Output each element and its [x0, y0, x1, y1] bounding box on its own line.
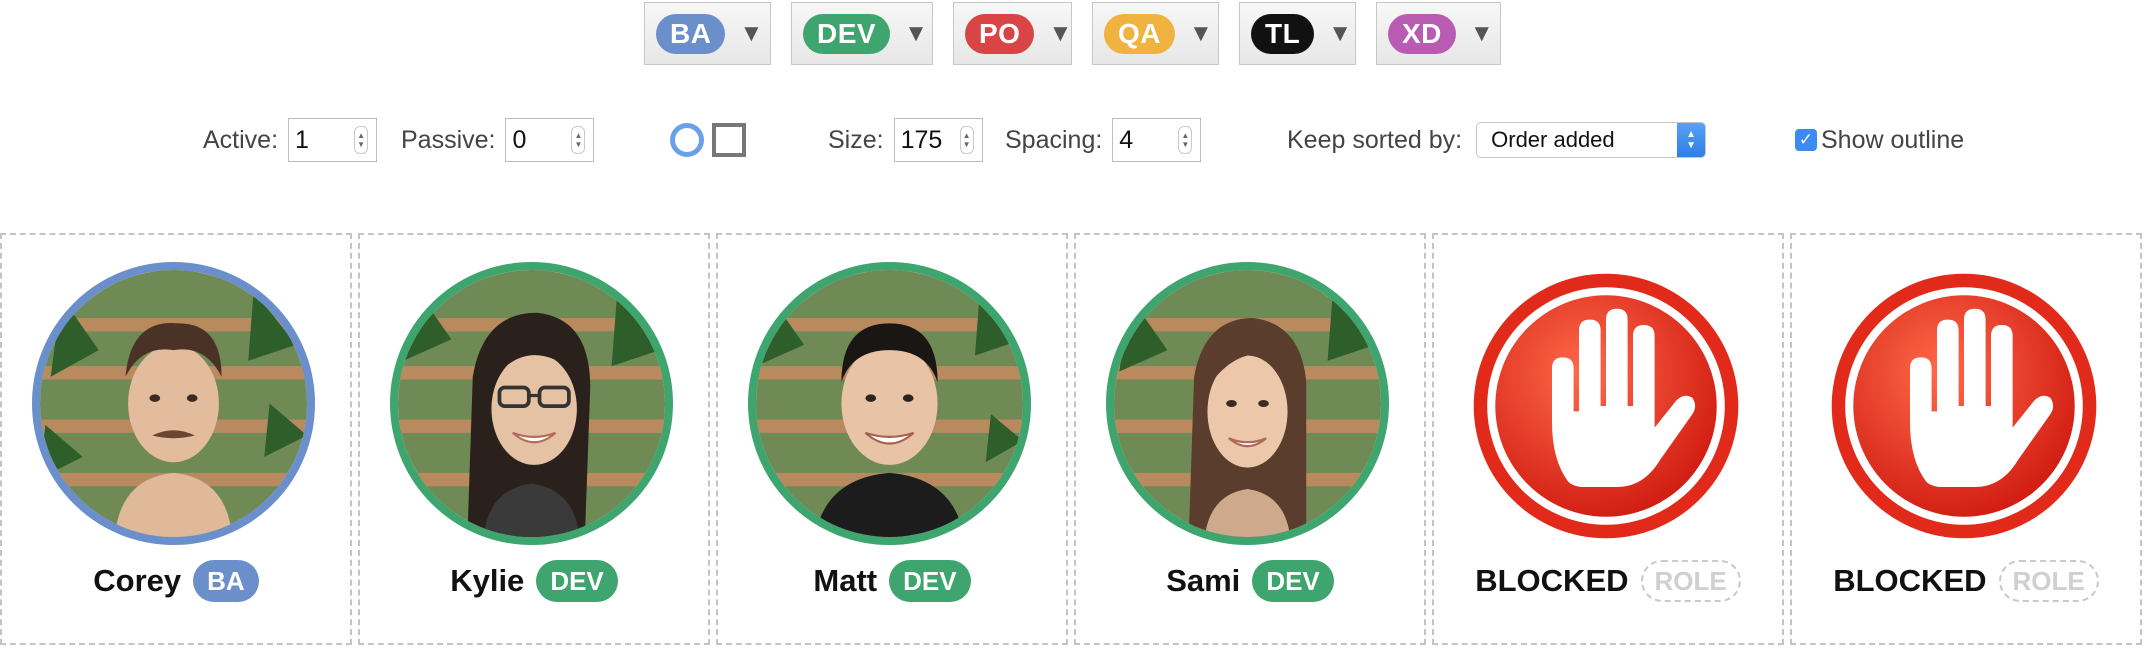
member-name: Kylie — [450, 563, 525, 598]
stepper-icon[interactable]: ▲ ▼ — [1178, 126, 1193, 154]
role-pill: PO — [965, 13, 1035, 54]
nameplate: BLOCKED ROLE — [1434, 560, 1782, 602]
person-photo-icon — [756, 270, 1023, 537]
stop-hand-icon — [1473, 273, 1739, 539]
role-selector-bar: BA ▼ DEV ▼ PO ▼ QA ▼ TL ▼ XD ▼ — [0, 2, 2145, 65]
active-control: Active: 1 ▲ ▼ — [203, 117, 378, 163]
role-button-dev[interactable]: DEV ▼ — [791, 2, 933, 65]
dropdown-caret-icon: ▼ — [1328, 19, 1352, 47]
spacing-control: Spacing: 4 ▲ ▼ — [1005, 117, 1202, 163]
blocked-card[interactable]: BLOCKED ROLE — [1790, 233, 2142, 645]
role-placeholder-badge[interactable]: ROLE — [1998, 560, 2099, 602]
passive-count-input[interactable]: 0 ▲ ▼ — [505, 118, 595, 162]
stepper-icon[interactable]: ▲ ▼ — [571, 126, 586, 154]
spacing-value: 4 — [1119, 125, 1134, 154]
size-control: Size: 175 ▲ ▼ — [828, 117, 983, 163]
avatar — [32, 262, 315, 545]
size-value: 175 — [900, 125, 943, 154]
controls-bar: Active: 1 ▲ ▼ Passive: 0 ▲ ▼ Size: 175 ▲ ▼ … — [0, 117, 2145, 163]
team-card[interactable]: Corey BA — [0, 233, 352, 645]
shape-toggle — [670, 117, 746, 163]
person-photo-icon — [398, 270, 665, 537]
person-photo-icon — [1114, 270, 1381, 537]
role-button-po[interactable]: PO ▼ — [953, 2, 1072, 65]
active-count-value: 1 — [295, 125, 309, 154]
member-name: Corey — [93, 563, 182, 598]
size-label: Size: — [828, 125, 884, 154]
avatar — [748, 262, 1031, 545]
nameplate: Corey BA — [2, 560, 350, 602]
team-card[interactable]: Kylie DEV — [358, 233, 710, 645]
circle-shape-option[interactable] — [670, 123, 704, 157]
stepper-icon[interactable]: ▲ ▼ — [354, 126, 369, 154]
passive-count-value: 0 — [512, 125, 527, 154]
team-cards: Corey BA Kylie DEV Matt DEV Sami DEV BLO… — [0, 233, 2145, 645]
show-outline-label[interactable]: Show outline — [1821, 126, 1964, 155]
sort-control: Keep sorted by: Order added ▲ ▼ — [1287, 117, 1707, 163]
dropdown-caret-icon: ▼ — [1189, 19, 1213, 47]
outline-control: ✓ Show outline — [1795, 117, 1964, 163]
nameplate: Matt DEV — [718, 560, 1066, 602]
dropdown-caret-icon: ▼ — [739, 19, 764, 47]
team-card[interactable]: Sami DEV — [1074, 233, 1426, 645]
role-pill: TL — [1251, 13, 1315, 54]
dropdown-caret-icon: ▼ — [904, 19, 928, 47]
role-pill: DEV — [803, 13, 891, 54]
active-label: Active: — [203, 125, 279, 154]
role-button-qa[interactable]: QA ▼ — [1092, 2, 1219, 65]
role-pill: QA — [1104, 13, 1175, 54]
select-arrows-icon: ▲ ▼ — [1677, 123, 1706, 157]
member-name: Matt — [813, 563, 878, 598]
role-badge[interactable]: DEV — [1252, 560, 1334, 602]
show-outline-checkbox[interactable]: ✓ — [1795, 129, 1817, 151]
role-badge[interactable]: DEV — [889, 560, 971, 602]
passive-control: Passive: 0 ▲ ▼ — [401, 117, 595, 163]
blocked-label: BLOCKED — [1833, 563, 1987, 598]
role-badge[interactable]: DEV — [536, 560, 618, 602]
stepper-icon[interactable]: ▲ ▼ — [959, 126, 974, 154]
member-name: Sami — [1166, 563, 1241, 598]
role-pill: XD — [1388, 13, 1456, 54]
dropdown-caret-icon: ▼ — [1048, 19, 1073, 47]
square-shape-option[interactable] — [712, 123, 746, 157]
role-button-ba[interactable]: BA ▼ — [644, 2, 771, 65]
size-input[interactable]: 175 ▲ ▼ — [893, 118, 983, 162]
person-photo-icon — [40, 270, 307, 537]
nameplate: Sami DEV — [1076, 560, 1424, 602]
team-card[interactable]: Matt DEV — [716, 233, 1068, 645]
sort-select-value: Order added — [1491, 127, 1615, 152]
spacing-label: Spacing: — [1005, 125, 1103, 154]
avatar — [390, 262, 673, 545]
sort-label: Keep sorted by: — [1287, 125, 1463, 154]
role-pill: BA — [656, 13, 726, 54]
avatar — [1106, 262, 1389, 545]
active-count-input[interactable]: 1 ▲ ▼ — [288, 118, 378, 162]
role-placeholder-badge[interactable]: ROLE — [1640, 560, 1741, 602]
sort-select[interactable]: Order added ▲ ▼ — [1476, 122, 1707, 158]
nameplate: Kylie DEV — [360, 560, 708, 602]
role-button-tl[interactable]: TL ▼ — [1239, 2, 1356, 65]
blocked-label: BLOCKED — [1475, 563, 1629, 598]
role-badge[interactable]: BA — [193, 560, 259, 602]
stop-hand-icon — [1831, 273, 2097, 539]
nameplate: BLOCKED ROLE — [1792, 560, 2140, 602]
blocked-card[interactable]: BLOCKED ROLE — [1432, 233, 1784, 645]
dropdown-caret-icon: ▼ — [1469, 19, 1494, 47]
spacing-input[interactable]: 4 ▲ ▼ — [1112, 118, 1202, 162]
role-button-xd[interactable]: XD ▼ — [1376, 2, 1501, 65]
passive-label: Passive: — [401, 125, 496, 154]
